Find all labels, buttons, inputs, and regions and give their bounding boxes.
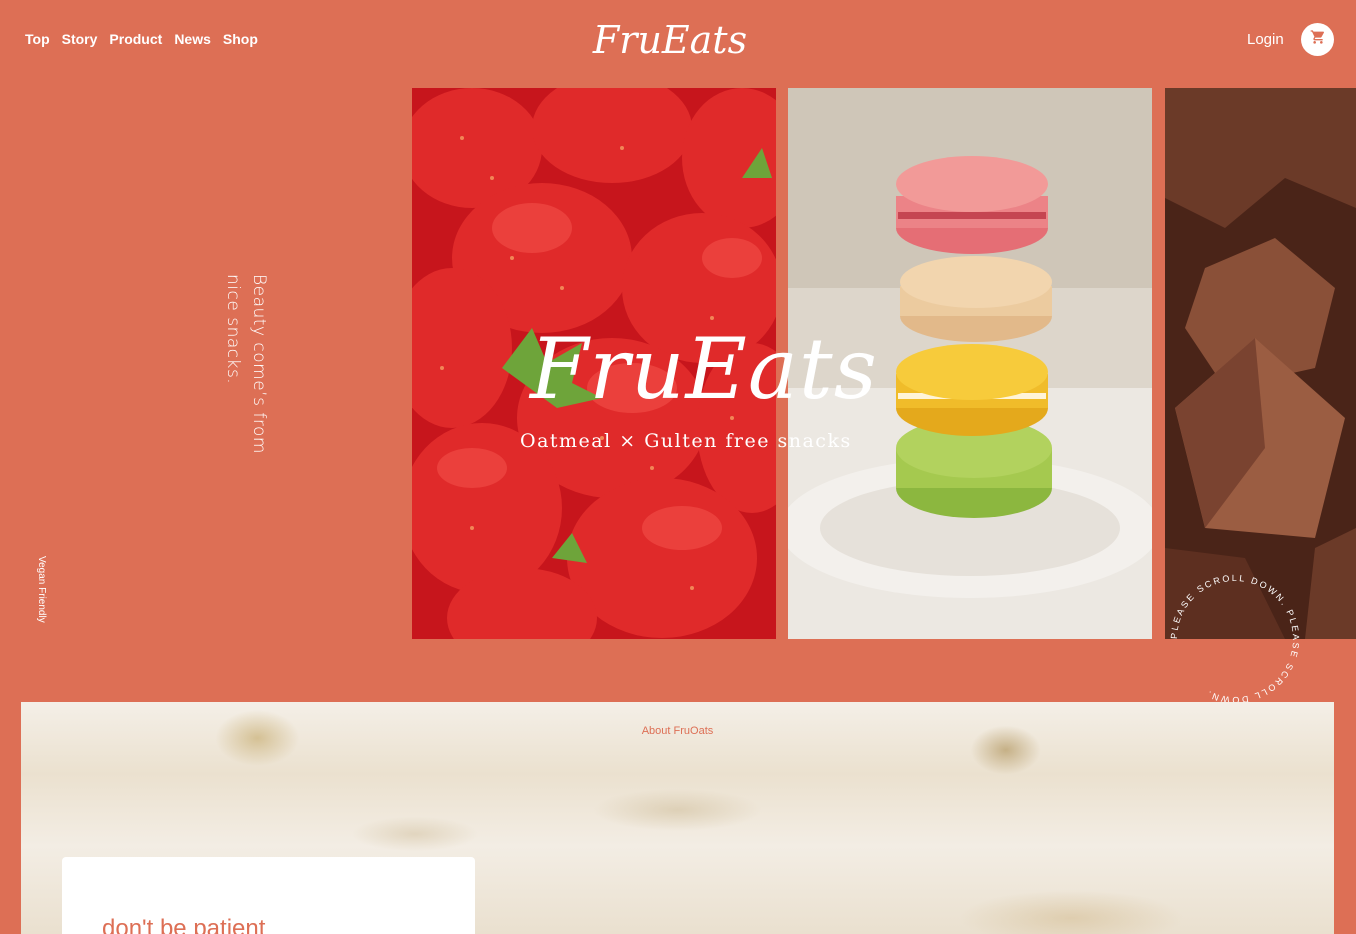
tagline-line-1: Beauty come’s from bbox=[249, 274, 269, 454]
tagline-line-2: nice snacks. bbox=[223, 274, 243, 385]
hero-tagline: Beauty come’s from nice snacks. bbox=[220, 274, 272, 454]
login-link[interactable]: Login bbox=[1247, 31, 1284, 48]
hero-subtitle: Oatmeal × Gulten free snacks bbox=[520, 430, 852, 452]
cart-button[interactable] bbox=[1301, 23, 1334, 56]
about-card-title: don't be patient bbox=[102, 915, 266, 934]
hero-title: FruEats bbox=[530, 320, 878, 418]
chocolate-truffles-image bbox=[1165, 88, 1356, 639]
scroll-down-indicator[interactable]: PLEASE SCROLL DOWN. PLEASE SCROLL DOWN. bbox=[1168, 572, 1302, 706]
vegan-friendly-label: Vegan Friendly bbox=[36, 556, 47, 623]
svg-text:PLEASE SCROLL DOWN. PLEASE SCR: PLEASE SCROLL DOWN. PLEASE SCROLL DOWN. bbox=[1169, 573, 1301, 705]
about-label: About FruOats bbox=[641, 725, 714, 737]
cart-icon bbox=[1310, 29, 1326, 50]
scroll-down-text: PLEASE SCROLL DOWN. PLEASE SCROLL DOWN. bbox=[1169, 573, 1299, 705]
about-card: don't be patient bbox=[62, 857, 475, 934]
site-logo[interactable]: FruEats bbox=[0, 18, 1340, 62]
about-section: About FruOats don't be patient bbox=[21, 702, 1334, 934]
